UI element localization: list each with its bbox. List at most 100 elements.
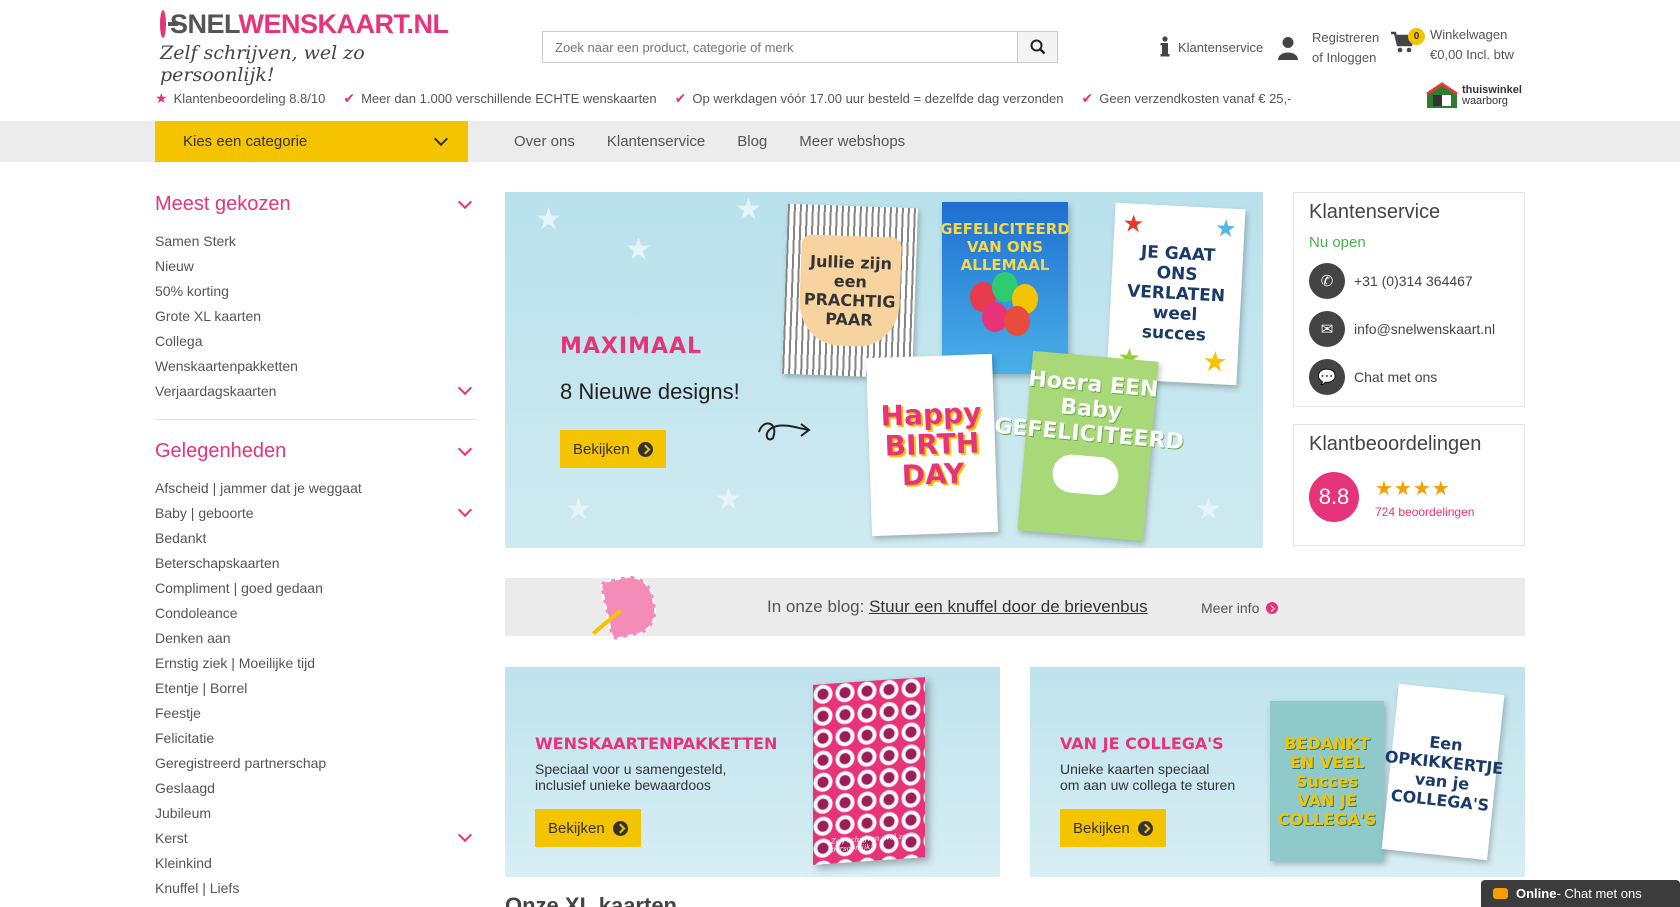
account-line2: of Inloggen	[1312, 50, 1377, 65]
sidebar-item-label: Kerst	[155, 829, 188, 846]
sidebar-item[interactable]: 50% korting	[155, 278, 476, 303]
usp-text: Meer dan 1.000 verschillende ECHTE wensk…	[361, 91, 657, 106]
card-text: Happy BIRTH DAY	[880, 396, 982, 493]
chevron-down-icon[interactable]	[457, 502, 473, 517]
hero-card-prachtig-paar: Jullie zijn een PRACHTIG PAAR	[782, 203, 918, 379]
sidebar-item[interactable]: Denken aan	[155, 625, 476, 650]
chat-label: - Chat met ons	[1556, 886, 1642, 901]
sidebar-item[interactable]: Ernstig ziek | Moeilijke tijd	[155, 650, 476, 675]
sidebar-item-label: Etentje | Borrel	[155, 679, 248, 696]
sidebar-item[interactable]: Beterschapskaarten	[155, 550, 476, 575]
sidebar-item[interactable]: Knuffel | Liefs	[155, 875, 476, 900]
search-input[interactable]	[543, 32, 1017, 62]
header-service-link[interactable]: Klantenservice	[1160, 36, 1263, 58]
sidebar-item[interactable]: Collega	[155, 328, 476, 353]
reviews-box[interactable]: Klantbeoordelingen 8.8 ★★★★ 724 beoordel…	[1293, 424, 1525, 546]
nav-link-over-ons[interactable]: Over ons	[514, 133, 575, 150]
sidebar-item[interactable]: Kerst	[155, 825, 476, 850]
sidebar-item[interactable]: Geregistreerd partnerschap	[155, 750, 476, 775]
sidebar-item[interactable]: Jubileum	[155, 800, 476, 825]
sidebar-item-label: Ernstig ziek | Moeilijke tijd	[155, 654, 316, 671]
service-email[interactable]: ✉ info@snelwenskaart.nl	[1309, 311, 1524, 347]
sidebar-item-label: 50% korting	[155, 282, 229, 299]
header-cart-link[interactable]: 0 Winkelwagen €0,00 Incl. btw	[1390, 25, 1514, 65]
tile-view-button[interactable]: Bekijken	[535, 809, 641, 847]
sidebar-item[interactable]: Bedankt	[155, 525, 476, 550]
hero-title: 8 Nieuwe designs!	[560, 379, 740, 404]
chat-widget[interactable]: Online - Chat met ons	[1481, 880, 1680, 907]
sidebar-item[interactable]: Geslaagd	[155, 775, 476, 800]
usp-item: ✔ Geen verzendkosten vanaf € 25,-	[1082, 90, 1292, 107]
chevron-down-icon	[457, 441, 473, 456]
sidebar-item[interactable]: Verjaardagskaarten	[155, 378, 476, 403]
hero-button-label: Bekijken	[573, 440, 630, 458]
phone-icon: ✆	[1309, 263, 1345, 299]
sidebar-item[interactable]: Kleinkind	[155, 850, 476, 875]
sidebar-item-label: Condoleance	[155, 604, 238, 621]
promo-tile-pakketten[interactable]: WENSKAARTENPAKKETTEN Speciaal voor u sam…	[505, 667, 1000, 877]
sidebar-item[interactable]: Etentje | Borrel	[155, 675, 476, 700]
collega-card-opkikkertje: Een OPKIKKERTJE van je COLLEGA'S	[1381, 683, 1505, 861]
chevron-down-icon[interactable]	[457, 380, 473, 395]
category-select[interactable]: Kies een categorie	[155, 121, 468, 162]
sidebar-item[interactable]: Feestje	[155, 700, 476, 725]
sidebar-item[interactable]: Condoleance	[155, 600, 476, 625]
sidebar-item[interactable]: Grote XL kaarten	[155, 303, 476, 328]
cart-line1: Winkelwagen	[1430, 27, 1508, 42]
thuiswinkel-badge[interactable]: thuiswinkel waarborg	[1425, 82, 1522, 110]
sidebar-item-label: Knuffel | Liefs	[155, 879, 240, 896]
sidebar-item[interactable]: Afscheid | jammer dat je weggaat	[155, 475, 476, 500]
blog-more-label: Meer info	[1201, 600, 1260, 616]
logo-slogan: Zelf schrijven, wel zo persoonlijk!	[160, 42, 365, 86]
review-count[interactable]: 724 beoordelingen	[1375, 505, 1474, 519]
service-chat[interactable]: 💬 Chat met ons	[1309, 359, 1524, 395]
usp-item: ★ Klantenbeoordeling 8.8/10	[155, 90, 325, 107]
sidebar-item[interactable]: Compliment | goed gedaan	[155, 575, 476, 600]
sidebar-section-toggle[interactable]: Meest gekozen	[155, 193, 476, 216]
search-button[interactable]	[1017, 32, 1057, 62]
phone-number: +31 (0)314 364467	[1354, 273, 1473, 289]
hero-view-button[interactable]: Bekijken	[560, 430, 666, 468]
sidebar-item-label: Beterschapskaarten	[155, 554, 280, 571]
chevron-down-icon[interactable]	[457, 827, 473, 842]
sidebar-item[interactable]: Samen Sterk	[155, 228, 476, 253]
card-text: Hoera EEN Baby GEFELICITEERD	[993, 366, 1185, 456]
sidebar-item[interactable]: Baby | geboorte	[155, 500, 476, 525]
site-logo[interactable]: SNELWENSKAART.NL Zelf schrijven, wel zo …	[160, 8, 449, 86]
nav-link-meer-webshops[interactable]: Meer webshops	[799, 133, 905, 150]
sidebar-item[interactable]: Felicitatie	[155, 725, 476, 750]
header-account-link[interactable]: Registreren of Inloggen	[1278, 28, 1379, 68]
star-icon: ★	[155, 90, 168, 106]
sidebar-item-label: Denken aan	[155, 629, 231, 646]
collega-card-bedankt: BEDANKT EN VEEL Succes VAN JE COLLEGA'S	[1270, 701, 1384, 861]
cloud-icon	[1050, 453, 1121, 497]
sidebar-section-title: Meest gekozen	[155, 193, 291, 215]
sidebar-item-label: Baby | geboorte	[155, 504, 254, 521]
hero-banner[interactable]: ★ ★ ★ ★ ★ ★ MAXIMAAL 8 Nieuwe designs! B…	[505, 192, 1263, 548]
blog-prefix: In onze blog:	[767, 597, 870, 616]
promo-tile-collega[interactable]: VAN JE COLLEGA'S Unieke kaarten speciaal…	[1030, 667, 1525, 877]
arrow-right-circle-icon	[1137, 820, 1153, 836]
tile-sub-line: Unieke kaarten speciaal	[1060, 761, 1210, 777]
tile-button-label: Bekijken	[1073, 819, 1130, 837]
chevron-down-icon	[457, 194, 473, 209]
box-slogan: Zelf schrijven, wel zo persoonlijk!	[831, 832, 907, 854]
nav-link-blog[interactable]: Blog	[737, 133, 767, 150]
tile-view-button[interactable]: Bekijken	[1060, 809, 1166, 847]
search-bar	[542, 31, 1058, 63]
service-phone[interactable]: ✆ +31 (0)314 364467	[1309, 263, 1524, 299]
chevron-down-icon	[433, 131, 449, 146]
sidebar-section-toggle[interactable]: Gelegenheden	[155, 440, 476, 463]
sidebar-item[interactable]: Nieuw	[155, 253, 476, 278]
account-line1: Registreren	[1312, 30, 1380, 45]
blog-more-link[interactable]: Meer info	[1201, 600, 1279, 616]
chat-bubble-icon	[1493, 888, 1508, 899]
sidebar-item[interactable]: Wenskaartenpakketten	[155, 353, 476, 378]
logo-icon	[160, 10, 178, 38]
chat-status: Online	[1516, 886, 1557, 901]
arrow-doodle-icon	[758, 422, 811, 441]
nav-link-klantenservice[interactable]: Klantenservice	[607, 133, 705, 150]
sidebar-item-label: Afscheid | jammer dat je weggaat	[155, 479, 362, 496]
blog-article-link[interactable]: Stuur een knuffel door de brievenbus	[869, 597, 1148, 616]
usp-text: Geen verzendkosten vanaf € 25,-	[1099, 91, 1292, 106]
